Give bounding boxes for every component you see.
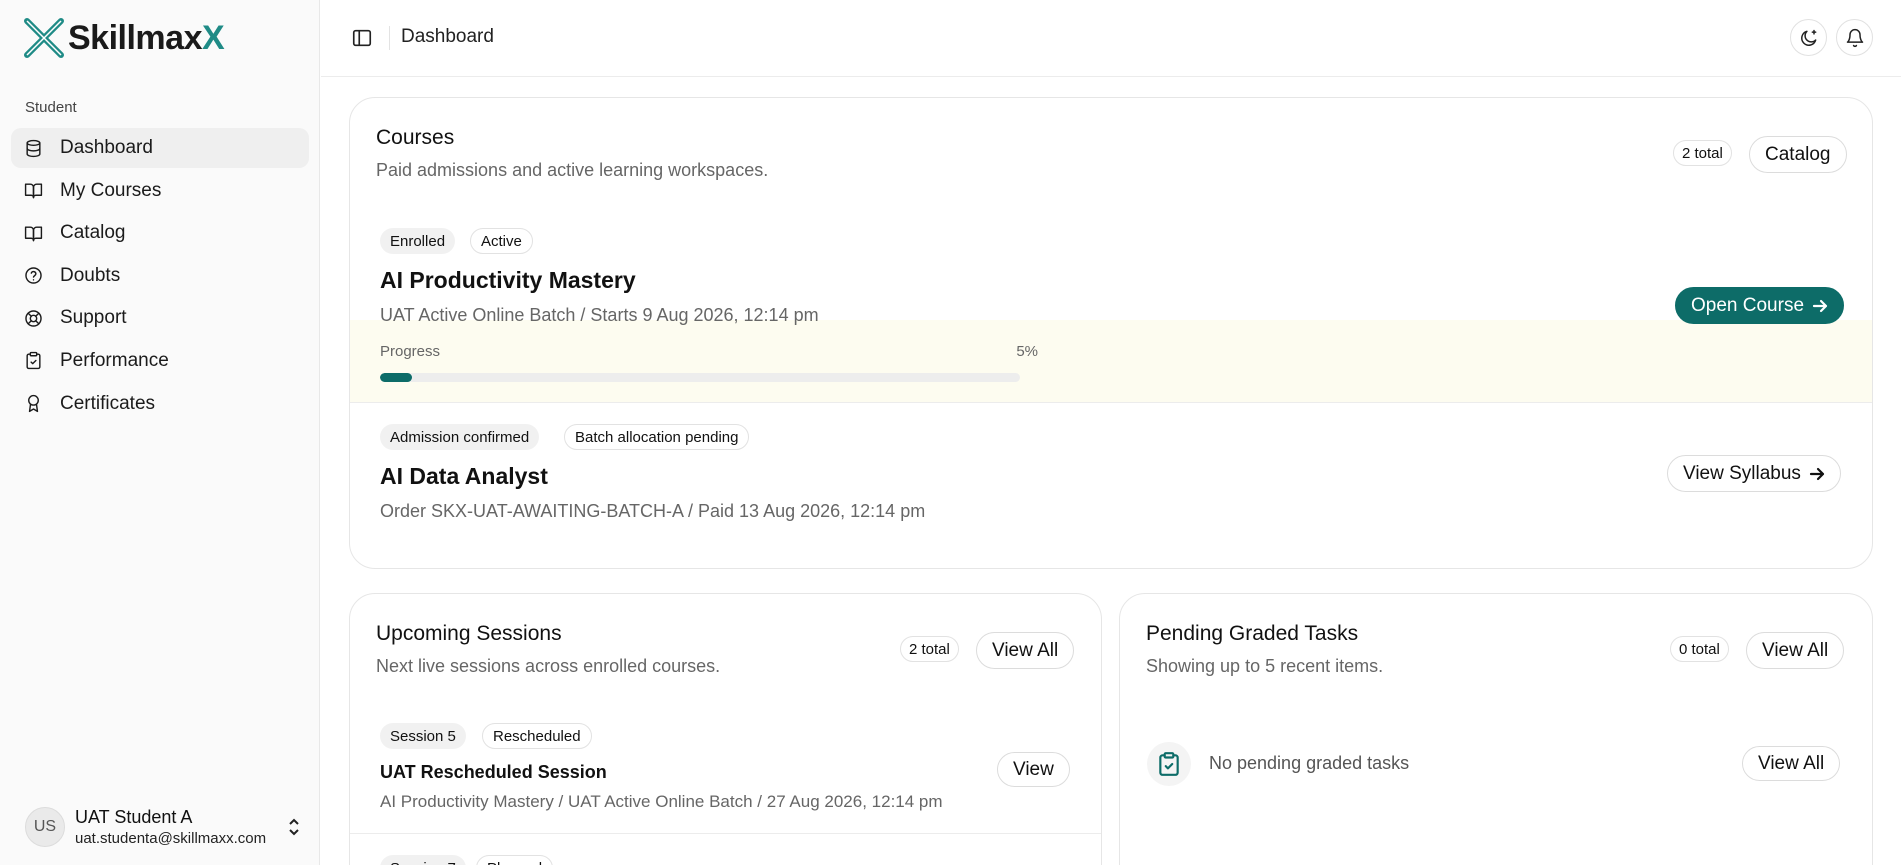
tasks-subtitle: Showing up to 5 recent items. — [1146, 656, 1384, 676]
user-info: UAT Student A uat.studenta@skillmaxx.com — [75, 807, 271, 847]
session-badge: Session 5 — [380, 723, 466, 749]
theme-toggle-button[interactable] — [1790, 19, 1827, 56]
status-badge: Batch allocation pending — [564, 424, 750, 450]
sidebar-item-label: Doubts — [60, 264, 121, 286]
courses-count-badge: 2 total — [1673, 140, 1732, 166]
courses-title: Courses — [376, 126, 455, 149]
brand-logo[interactable]: SkillmaxX — [22, 16, 225, 60]
clipboard-check-icon — [1159, 752, 1179, 776]
logo-mark-icon — [24, 18, 64, 58]
view-label: View — [1013, 758, 1054, 780]
view-syllabus-label: View Syllabus — [1683, 462, 1801, 484]
arrow-right-icon — [1809, 467, 1825, 480]
course-title: AI Data Analyst — [380, 463, 548, 489]
brand-name: SkillmaxX — [68, 18, 225, 57]
upcoming-sessions-card: Upcoming Sessions Next live sessions acr… — [349, 593, 1102, 865]
session-badge: Session 7 — [380, 855, 466, 865]
user-email: uat.studenta@skillmaxx.com — [75, 830, 267, 847]
progress-fill — [380, 373, 412, 382]
sidebar-item-doubts[interactable]: Doubts — [11, 256, 309, 296]
sidebar: SkillmaxX Student Dashboard My Courses C… — [0, 0, 320, 865]
view-all-label: View All — [1758, 752, 1825, 774]
sidebar-item-label: Support — [60, 307, 127, 329]
sessions-subtitle: Next live sessions across enrolled cours… — [376, 656, 721, 676]
sessions-count-badge: 2 total — [900, 636, 959, 662]
book-open-icon — [23, 181, 43, 201]
session-title: UAT Rescheduled Session — [380, 762, 607, 782]
course-meta: UAT Active Online Batch / Starts 9 Aug 2… — [380, 305, 819, 325]
session-meta: AI Productivity Mastery / UAT Active Onl… — [380, 792, 943, 811]
header-divider — [389, 26, 390, 50]
database-icon — [23, 138, 43, 158]
moon-icon — [1800, 29, 1816, 46]
view-all-label: View All — [992, 639, 1059, 661]
top-header: Dashboard — [321, 0, 1901, 77]
user-menu[interactable]: US UAT Student A uat.studenta@skillmaxx.… — [25, 806, 305, 848]
chevrons-up-down-icon[interactable] — [285, 816, 305, 838]
award-icon — [23, 394, 43, 414]
sidebar-toggle-icon[interactable] — [351, 27, 373, 49]
status-badge: Admission confirmed — [380, 424, 540, 450]
tasks-view-all-button[interactable]: View All — [1746, 632, 1845, 669]
sidebar-item-certificates[interactable]: Certificates — [11, 384, 309, 424]
sidebar-item-performance[interactable]: Performance — [11, 341, 309, 381]
course-highlight-band — [350, 320, 1872, 403]
catalog-button-label: Catalog — [1765, 143, 1831, 165]
notifications-button[interactable] — [1836, 19, 1873, 56]
arrow-right-icon — [1812, 299, 1828, 312]
avatar: US — [25, 807, 65, 847]
pending-tasks-card: Pending Graded Tasks Showing up to 5 rec… — [1119, 593, 1873, 865]
view-all-label: View All — [1762, 639, 1829, 661]
session-status-badge: Rescheduled — [482, 723, 592, 749]
life-buoy-icon — [23, 308, 43, 328]
nav-group-label: Student — [25, 99, 77, 116]
sessions-view-all-button[interactable]: View All — [976, 632, 1075, 669]
tasks-title: Pending Graded Tasks — [1146, 622, 1359, 645]
progress-label: Progress — [380, 343, 441, 360]
course-title: AI Productivity Mastery — [380, 267, 636, 293]
sidebar-item-label: Performance — [60, 349, 169, 371]
sidebar-item-support[interactable]: Support — [11, 298, 309, 338]
sidebar-item-label: Certificates — [60, 392, 156, 414]
bell-icon — [1846, 28, 1863, 47]
sidebar-item-label: My Courses — [60, 179, 162, 201]
open-course-label: Open Course — [1691, 294, 1805, 316]
sidebar-nav: Dashboard My Courses Catalog Doubts Supp… — [11, 128, 309, 426]
progress-bar — [380, 373, 1020, 382]
empty-state-icon-wrap — [1147, 742, 1191, 786]
page-title: Dashboard — [401, 26, 494, 47]
status-badge: Enrolled — [380, 228, 456, 254]
sidebar-item-label: Dashboard — [60, 137, 153, 158]
courses-subtitle: Paid admissions and active learning work… — [376, 160, 769, 180]
sidebar-item-catalog[interactable]: Catalog — [11, 213, 309, 253]
tasks-count-badge: 0 total — [1670, 636, 1729, 662]
sidebar-item-my-courses[interactable]: My Courses — [11, 171, 309, 211]
row-divider — [350, 833, 1101, 834]
clipboard-check-icon — [23, 351, 43, 371]
empty-state-text: No pending graded tasks — [1209, 753, 1410, 773]
book-open-icon — [23, 223, 43, 243]
sidebar-item-label: Catalog — [60, 222, 126, 244]
courses-card: Courses Paid admissions and active learn… — [349, 97, 1873, 569]
sessions-title: Upcoming Sessions — [376, 622, 562, 645]
empty-view-all-button[interactable]: View All — [1742, 746, 1841, 781]
user-name: UAT Student A — [75, 807, 193, 827]
catalog-button[interactable]: Catalog — [1749, 136, 1847, 173]
session-status-badge: Planned — [476, 855, 554, 865]
course-meta: Order SKX-UAT-AWAITING-BATCH-A / Paid 13… — [380, 501, 926, 521]
progress-value: 5% — [1016, 343, 1038, 360]
view-syllabus-button[interactable]: View Syllabus — [1667, 455, 1841, 492]
open-course-button[interactable]: Open Course — [1675, 287, 1845, 324]
help-circle-icon — [23, 266, 43, 286]
session-view-button[interactable]: View — [997, 752, 1070, 787]
status-badge: Active — [470, 228, 533, 254]
sidebar-item-dashboard[interactable]: Dashboard — [11, 128, 309, 168]
